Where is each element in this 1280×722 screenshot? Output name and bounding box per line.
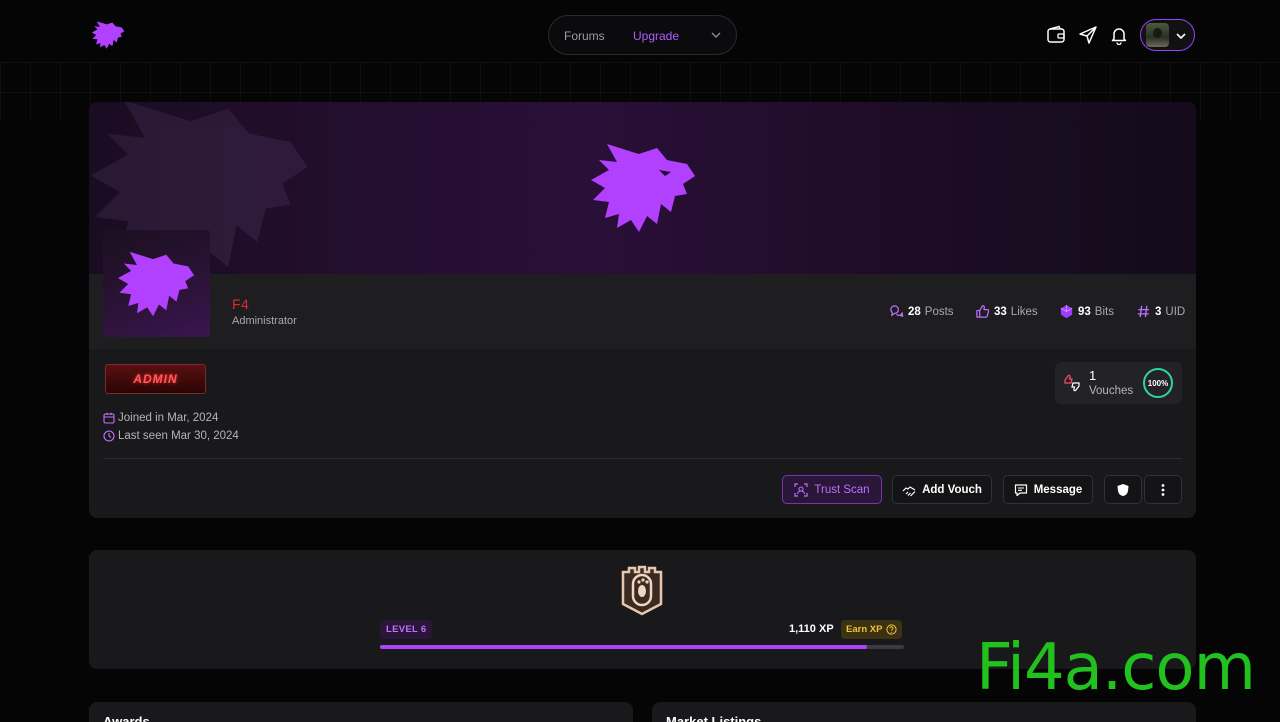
gem-icon [1060,304,1073,319]
scan-icon [794,482,809,497]
profile-banner [89,102,1196,284]
joined-text: Joined in Mar, 2024 [118,412,219,424]
hash-icon [1137,305,1150,318]
more-vertical-icon [1161,483,1165,496]
chevron-down-icon[interactable] [710,29,722,41]
avatar-logo-icon [117,251,195,317]
stat-bits: 93 Bits [1059,304,1114,319]
nav-pill: Forums Upgrade [548,15,737,55]
more-options-button[interactable] [1144,475,1182,504]
thumbs-up-down-icon [1064,374,1080,392]
earn-xp-button[interactable]: Earn XP [841,620,903,639]
site-logo-icon[interactable] [90,20,126,50]
xp-progress-bar [380,645,904,649]
awards-section: Awards [89,702,633,722]
uid-value: 3 [1155,305,1162,318]
vouch-label: Vouches [1089,385,1134,397]
divider [103,458,1182,459]
avatar [1146,23,1169,47]
joined-date: Joined in Mar, 2024 [103,412,218,424]
handshake-icon [902,485,916,496]
bell-icon[interactable] [1109,25,1129,45]
nav-forums-link[interactable]: Forums [564,29,605,43]
trust-scan-button[interactable]: Trust Scan [782,475,882,504]
xp-progress-fill [380,645,868,649]
trust-scan-label: Trust Scan [814,483,870,496]
stat-likes: 33 Likes [975,304,1038,319]
likes-label: Likes [1010,305,1038,318]
add-vouch-label: Add Vouch [922,483,982,496]
send-icon[interactable] [1078,25,1098,45]
help-circle-icon [886,624,898,635]
report-shield-button[interactable] [1104,475,1142,504]
stat-posts: 28 Posts [889,304,954,319]
message-button[interactable]: Message [1003,475,1093,504]
admin-badge: ADMIN [105,364,206,394]
add-vouch-button[interactable]: Add Vouch [892,475,992,504]
banner-logo-icon [591,144,695,232]
market-listings-title: Market Listings [666,714,762,722]
bits-label: Bits [1094,305,1114,318]
posts-count: 28 [908,305,921,318]
vouches-summary: 1 Vouches 100% [1055,362,1182,404]
wallet-icon[interactable] [1046,25,1066,45]
vouch-percent-ring: 100% [1143,368,1173,398]
thumbs-up-icon [976,305,990,318]
market-listings-section: Market Listings [652,702,1196,722]
profile-info-row: F4 Administrator 28 Posts 33 Likes 93 Bi… [89,274,1196,349]
likes-count: 33 [994,305,1007,318]
vouch-count: 1 [1089,368,1097,383]
bits-count: 93 [1078,305,1091,318]
calendar-icon [103,412,115,424]
profile-avatar [103,230,210,337]
shield-icon [1117,483,1129,496]
chevron-down-icon [1176,33,1186,40]
profile-role: Administrator [232,315,297,327]
chat-bubbles-icon [890,305,904,318]
profile-card: F4 Administrator 28 Posts 33 Likes 93 Bi… [89,102,1196,518]
level-badge: LEVEL 6 [380,620,433,639]
uid-label: UID [1165,305,1186,318]
message-icon [1014,483,1027,496]
awards-title: Awards [103,714,150,722]
clock-icon [103,430,115,442]
level-rank-icon [621,565,663,616]
nav-upgrade-link[interactable]: Upgrade [633,29,679,43]
watermark-text: Fi4a.com [976,631,1256,705]
user-menu-button[interactable] [1140,19,1195,51]
profile-username: F4 [232,296,250,312]
xp-total: 1,110 XP [789,623,834,635]
last-seen: Last seen Mar 30, 2024 [103,430,239,442]
posts-label: Posts [924,305,954,318]
last-seen-text: Last seen Mar 30, 2024 [118,430,239,442]
message-label: Message [1033,483,1083,496]
earn-xp-label: Earn XP [846,624,883,635]
top-navigation: Forums Upgrade [0,0,1280,70]
stat-uid: 3 UID [1136,304,1185,319]
